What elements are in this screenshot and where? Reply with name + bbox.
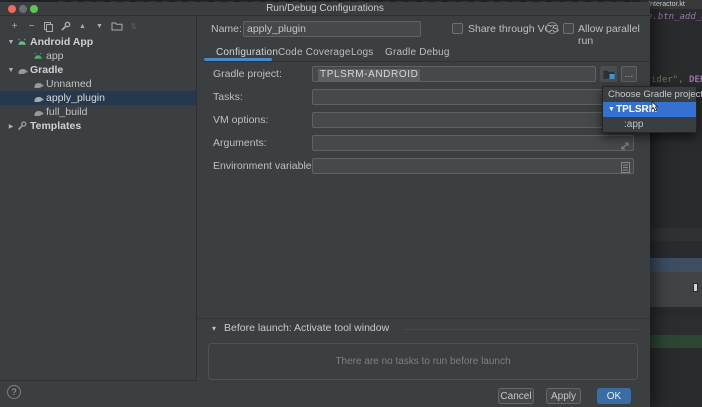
copy-configuration-button[interactable] xyxy=(40,19,57,34)
editor-line-band xyxy=(650,318,702,335)
tasks-label: Tasks: xyxy=(213,91,243,103)
tree-item-apply-plugin[interactable]: apply_plugin xyxy=(0,91,196,105)
gradle-elephant-icon xyxy=(16,66,28,75)
popup-title: Choose Gradle project xyxy=(603,87,696,102)
browse-gradle-project-button[interactable]: … xyxy=(621,66,637,82)
tree-toolbar: + − ▲ ▼ ⇅ xyxy=(6,19,142,34)
gradle-project-label: Gradle project: xyxy=(213,68,282,80)
tree-item-app[interactable]: app xyxy=(0,49,196,63)
expand-arrow-icon[interactable]: ▼ xyxy=(6,39,16,46)
name-label: Name: xyxy=(211,23,242,35)
name-input[interactable]: apply_plugin xyxy=(243,21,421,37)
before-launch-task-list: There are no tasks to run before launch xyxy=(208,343,638,380)
close-traffic-light[interactable] xyxy=(8,5,16,13)
tree-item-label: Templates xyxy=(30,120,81,132)
folder-icon xyxy=(603,69,615,79)
background-code-line: e.btn_add_a_ xyxy=(647,12,702,22)
tree-item-unnamed[interactable]: Unnamed xyxy=(0,77,196,91)
code-constant-fragment: DEFAU xyxy=(689,75,702,85)
popup-item-label: :app xyxy=(624,119,643,130)
tree-item-label: Android App xyxy=(30,36,93,48)
tab-gradle-debug[interactable]: Gradle Debug xyxy=(385,47,450,58)
run-debug-configurations-dialog: Run/Debug Configurations + − ▲ ▼ ⇅ ▼ And… xyxy=(0,2,650,407)
remove-configuration-button[interactable]: − xyxy=(23,19,40,34)
arguments-input[interactable] xyxy=(312,135,634,151)
editor-line-band xyxy=(650,228,702,241)
tree-item-label: apply_plugin xyxy=(46,92,105,104)
wrench-icon xyxy=(16,121,28,131)
tree-item-gradle[interactable]: ▼ Gradle xyxy=(0,63,196,77)
expand-editor-icon[interactable] xyxy=(620,138,630,156)
tree-item-label: full_build xyxy=(46,106,87,118)
dialog-title: Run/Debug Configurations xyxy=(0,2,650,16)
move-up-button[interactable]: ▲ xyxy=(74,19,91,34)
configurations-tree-panel: + − ▲ ▼ ⇅ ▼ Android App app ▼ Gra xyxy=(0,16,197,381)
tree-item-label: Gradle xyxy=(30,64,63,76)
expand-arrow-icon[interactable]: ▶ xyxy=(6,123,16,130)
tab-code-coverage[interactable]: Code Coverage xyxy=(278,47,351,58)
vcs-help-icon[interactable]: ? xyxy=(546,22,558,34)
arguments-label: Arguments: xyxy=(213,137,267,149)
before-launch-rule xyxy=(404,329,639,330)
background-caret-artifact xyxy=(693,283,698,292)
tree-item-templates[interactable]: ▶ Templates xyxy=(0,119,196,133)
environment-variables-input[interactable] xyxy=(312,158,634,174)
vm-options-label: VM options: xyxy=(213,114,268,126)
android-icon xyxy=(16,38,28,47)
tasks-input[interactable] xyxy=(312,89,634,105)
tabbar-divider xyxy=(204,61,650,62)
minimize-traffic-light xyxy=(19,5,27,13)
create-folder-button[interactable] xyxy=(108,19,125,34)
expand-arrow-icon[interactable]: ▼ xyxy=(6,67,16,74)
gradle-elephant-icon xyxy=(32,80,44,89)
expand-arrow-icon[interactable]: ▼ xyxy=(607,106,616,113)
apply-button[interactable]: Apply xyxy=(546,388,581,404)
ok-button[interactable]: OK xyxy=(597,388,631,404)
gradle-elephant-icon xyxy=(32,108,44,117)
move-down-button[interactable]: ▼ xyxy=(91,19,108,34)
env-variables-list-icon[interactable] xyxy=(621,160,630,178)
code-string-fragment: ider", xyxy=(651,75,684,85)
hand-cursor-icon xyxy=(648,101,660,120)
active-tab-underline xyxy=(204,58,272,61)
help-button[interactable]: ? xyxy=(7,385,21,399)
allow-parallel-run-label: Allow parallel run xyxy=(578,23,650,47)
zoom-traffic-light[interactable] xyxy=(30,5,38,13)
choose-gradle-project-button[interactable] xyxy=(600,66,617,82)
configurations-tree: ▼ Android App app ▼ Gradle Unnamed xyxy=(0,35,196,133)
before-launch-collapse-arrow[interactable]: ▾ xyxy=(212,324,216,333)
before-launch-title: Before launch: Activate tool window xyxy=(224,322,389,334)
tree-item-android-app[interactable]: ▼ Android App xyxy=(0,35,196,49)
editor-diff-added-band xyxy=(650,335,702,348)
background-code-line: ider", DEFAU xyxy=(651,75,702,85)
gradle-elephant-icon xyxy=(32,94,44,103)
gradle-project-value: TPLSRM-ANDROID xyxy=(318,69,420,81)
edit-defaults-button[interactable] xyxy=(57,19,74,34)
share-through-vcs-checkbox[interactable] xyxy=(452,23,463,34)
cancel-button[interactable]: Cancel xyxy=(498,388,534,404)
add-configuration-button[interactable]: + xyxy=(6,19,23,34)
dialog-titlebar[interactable]: Run/Debug Configurations xyxy=(0,2,650,16)
allow-parallel-run-checkbox[interactable] xyxy=(563,23,574,34)
tab-configuration[interactable]: Configuration xyxy=(216,47,278,58)
section-divider xyxy=(197,318,650,319)
environment-variables-label: Environment variables: xyxy=(213,160,320,172)
tree-item-label: app xyxy=(46,50,64,62)
sort-configurations-button: ⇅ xyxy=(125,19,142,34)
android-icon xyxy=(32,52,44,61)
before-launch-empty-text: There are no tasks to run before launch xyxy=(209,344,637,379)
gradle-project-input[interactable]: TPLSRM-ANDROID xyxy=(312,66,596,82)
tab-logs[interactable]: Logs xyxy=(351,47,374,58)
editor-selected-line-band xyxy=(650,258,702,272)
tree-item-full-build[interactable]: full_build xyxy=(0,105,196,119)
vm-options-input[interactable] xyxy=(312,112,634,128)
tree-item-label: Unnamed xyxy=(46,78,92,90)
